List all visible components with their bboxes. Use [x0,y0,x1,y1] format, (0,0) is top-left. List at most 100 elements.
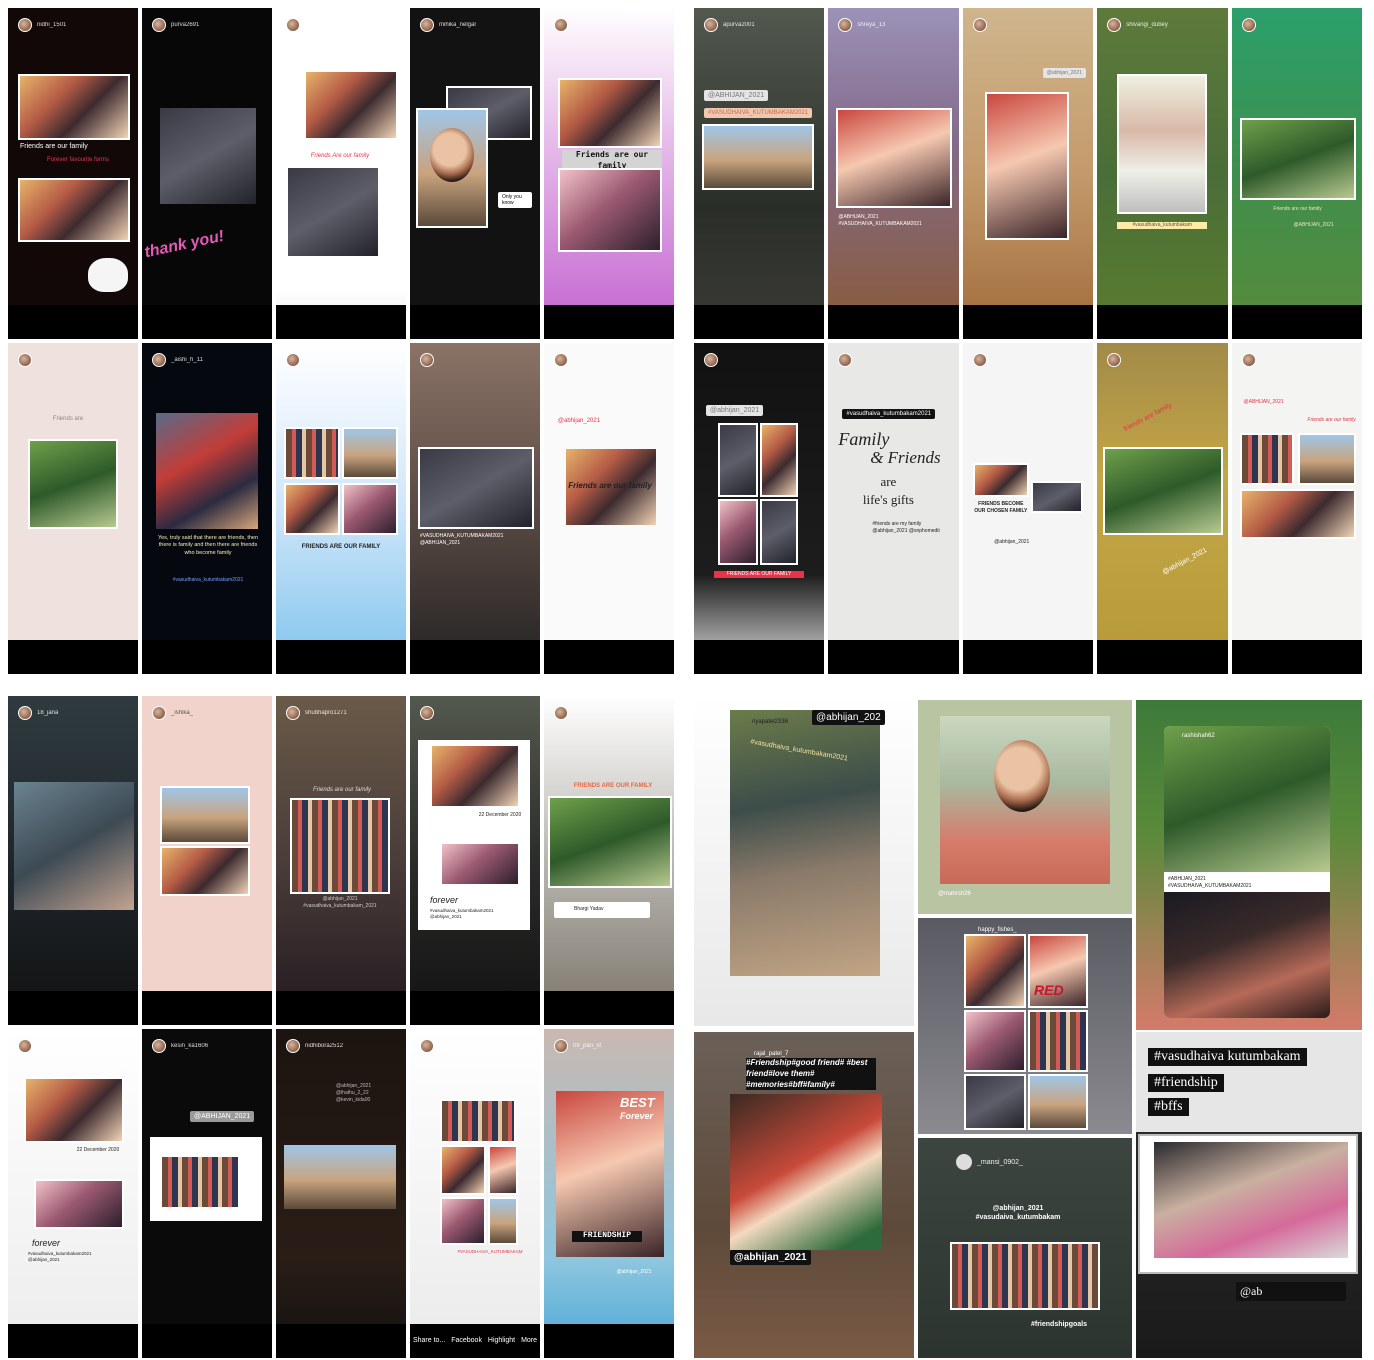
story-card[interactable]: FRIENDS ARE OUR FAMILY [276,343,406,674]
highlight-button[interactable]: Highlight [488,1337,515,1345]
username[interactable]: nidhi_1501 [37,22,66,28]
avatar[interactable] [152,1039,166,1053]
story-card[interactable]: @abhijan_2021 [962,8,1094,339]
story-card[interactable]: #ABHIJAN_2021 #VASUDHAIVA_KUTUMBAKAM2021… [1136,700,1362,1030]
story-card[interactable]: @ABHIJAN_2021 Friends are our family [1231,343,1362,674]
caption: @mahrsh26 [938,891,971,897]
username[interactable]: rajal_patel_7 [754,1050,834,1058]
story-card[interactable]: nidhi_1501 Friends are our family Foreve… [8,8,138,339]
story-card[interactable]: Friends Are our family [276,8,406,339]
story-card[interactable]: 09_pari_st BEST Forever FRIENDSHIP @abhi… [544,1029,674,1358]
username[interactable]: rashishah62 [1182,732,1242,740]
avatar[interactable] [286,353,300,367]
avatar[interactable] [152,353,166,367]
avatar[interactable] [838,353,853,367]
username[interactable]: purva2691 [171,22,199,28]
story-card[interactable]: #vasudhaiva kutumbakam #friendship #bffs [1136,1032,1362,1132]
avatar[interactable] [956,1154,972,1170]
story-card[interactable]: FRIENDS ARE OUR FAMILY Bhargi Yadav [544,696,674,1025]
avatar[interactable] [420,706,434,720]
avatar[interactable] [1107,353,1122,367]
facebook-button[interactable]: Facebook [451,1337,482,1345]
avatar[interactable] [1241,18,1256,32]
username[interactable]: nidhibora2512 [305,1043,343,1049]
caption: @abhijan_2021 #vasudaiva_kutumbakam [975,1205,1061,1222]
avatar[interactable] [1107,18,1122,32]
username[interactable]: apurva2001 [723,22,755,28]
story-card[interactable]: nidhibora2512 @abhijan_2021 @lhathu_2_22… [276,1029,406,1358]
story-card[interactable]: shreya_13 @ABHIJAN_2021 #VASUDHAIVA_KUTU… [828,8,959,339]
username[interactable]: mihika_nelgar [439,22,476,28]
story-card[interactable]: 22 December 2020 forever #vasudhaiva_kut… [410,696,540,1025]
story-card[interactable]: #VASUDHAIVA_KUTUMBAKAM Share to... Faceb… [410,1029,540,1358]
avatar[interactable] [286,706,300,720]
story-card[interactable]: @ab [1136,1132,1362,1358]
username[interactable]: 09_pari_st [573,1043,601,1049]
story-card[interactable]: purva2691 thank you! [142,8,272,339]
avatar[interactable] [554,706,568,720]
avatar[interactable] [286,1039,300,1053]
username[interactable]: shubhapro1271 [305,710,347,716]
story-card[interactable]: friends are family @abhijan_2021 [1097,343,1228,674]
story-card[interactable]: apurva2001 @ABHIJAN_2021 #VASUDHAIVA_KUT… [694,8,825,339]
avatar[interactable] [152,18,166,32]
username[interactable]: kesin_ka1606 [171,1043,208,1049]
avatar[interactable] [420,18,434,32]
story-card[interactable]: Friends are [8,343,138,674]
avatar[interactable] [554,18,568,32]
caption: #Friendship#good friend# #best friend#lo… [746,1058,876,1091]
story-card[interactable]: #VASUDHAIVA_KUTUMBAKAM2021 @ABHIJAN_2021 [410,343,540,674]
date-text: 22 December 2020 [76,1147,120,1153]
avatar[interactable] [420,353,434,367]
story-card[interactable]: 18_jana [8,696,138,1025]
avatar[interactable] [18,1039,32,1053]
username[interactable]: _mansi_0902_ [977,1159,1023,1166]
username[interactable]: 18_jana [37,710,58,716]
story-card[interactable]: FRIENDS BECOME OUR CHOSEN FAMILY @abhija… [962,343,1094,674]
story-card[interactable]: @abhijan_2021 FRIENDS ARE OUR FAMILY [694,343,825,674]
story-card[interactable]: Friends are our family [544,8,674,339]
share-to-button[interactable]: Share to... [413,1337,445,1345]
avatar[interactable] [838,18,853,32]
avatar[interactable] [420,1039,434,1053]
avatar[interactable] [18,353,32,367]
avatar[interactable] [554,1039,568,1053]
story-card[interactable]: rajal_patel_7 #Friendship#good friend# #… [694,1032,914,1358]
story-card[interactable]: shivangi_dubey #vasudhaiva_kutumbakam [1097,8,1228,339]
username[interactable]: shreya_13 [857,22,885,28]
story-card[interactable]: _aishi_h_11 Yes, truly said that there a… [142,343,272,674]
username[interactable]: shivangi_dubey [1126,22,1168,28]
story-card[interactable]: shubhapro1271 Friends are our family @ab… [276,696,406,1025]
avatar[interactable] [286,18,300,32]
avatar[interactable] [972,353,987,367]
avatar[interactable] [554,353,568,367]
story-card[interactable]: _ishika_ [142,696,272,1025]
avatar[interactable] [18,18,32,32]
story-card[interactable]: @abhijan_2021 Friends are our family [544,343,674,674]
username[interactable]: happy_fishes_ [978,926,1058,934]
story-card[interactable]: #vasudhaiva_kutumbakam2021 Family & Frie… [828,343,959,674]
avatar[interactable] [972,18,987,32]
avatar[interactable] [1241,353,1256,367]
story-card[interactable]: mihika_nelgar Only you know [410,8,540,339]
story-card[interactable]: happy_fishes_ RED [918,918,1132,1134]
username[interactable]: _aishi_h_11 [171,357,203,363]
story-card[interactable]: @mahrsh26 [918,700,1132,914]
story-card[interactable]: kesin_ka1606 @ABHIJAN_2021 [142,1029,272,1358]
avatar[interactable] [152,706,166,720]
story-card[interactable]: Friends are our family @ABHIJAN_2021 [1231,8,1362,339]
hashtag-tag: #VASUDHAIVA_KUTUMBAKAM2021 [704,108,813,118]
photo [964,934,1026,1008]
more-button[interactable]: More [521,1337,537,1345]
avatar[interactable] [704,18,718,32]
caption-sub: @abhijan_2021 [557,418,601,424]
story-card[interactable]: riyapatel2336 @abhijan_202 #vasudhaiva_k… [694,696,914,1026]
avatar[interactable] [18,706,32,720]
avatar[interactable] [704,353,718,367]
caption-sub: @abhijan_2021 [616,1269,652,1275]
username[interactable]: riyapatel2336 [752,718,812,726]
username[interactable]: _ishika_ [171,710,193,716]
story-card[interactable]: 22 December 2020 forever #vasudhaiva_kut… [8,1029,138,1358]
story-card[interactable]: _mansi_0902_ @abhijan_2021 #vasudaiva_ku… [918,1138,1132,1358]
caption: Friends are [52,416,84,422]
